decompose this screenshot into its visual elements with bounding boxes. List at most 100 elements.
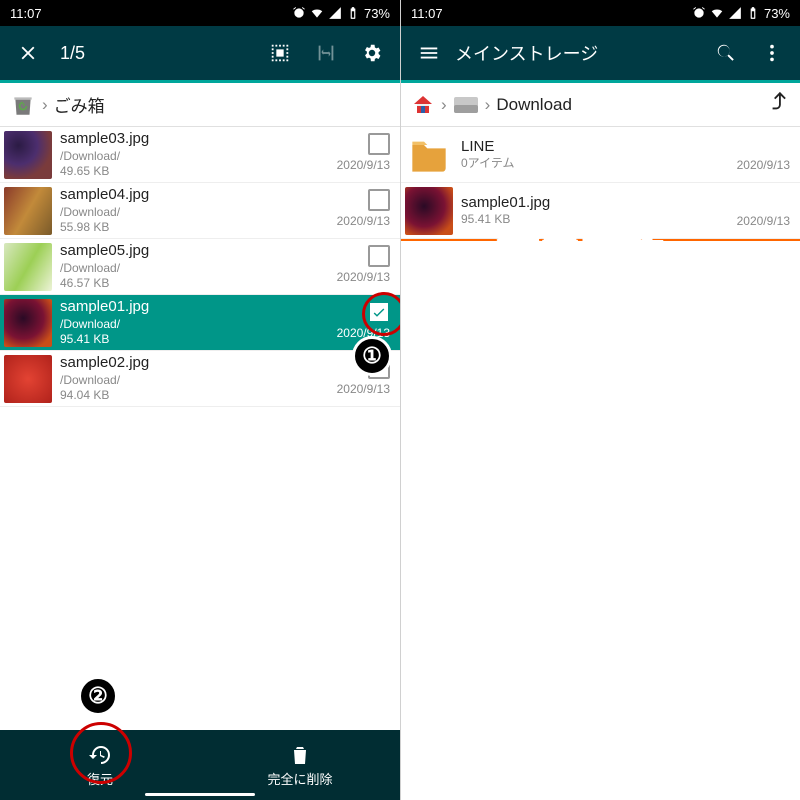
delete-forever-button[interactable]: 完全に削除 bbox=[200, 730, 400, 800]
select-range-icon bbox=[315, 42, 337, 64]
restore-icon bbox=[88, 743, 112, 767]
folder-icon bbox=[407, 133, 451, 177]
file-row[interactable]: sample05.jpg /Download/ 46.57 KB 2020/9/… bbox=[0, 239, 400, 295]
file-size: 46.57 KB bbox=[60, 276, 337, 291]
restore-label: 復元 bbox=[87, 769, 113, 788]
signal-icon bbox=[328, 6, 342, 20]
breadcrumb: › › Download bbox=[401, 83, 800, 127]
appbar-title: メインストレージ bbox=[455, 40, 700, 66]
checkbox[interactable] bbox=[368, 357, 390, 379]
file-name: LINE bbox=[461, 138, 737, 157]
file-name: sample05.jpg bbox=[60, 242, 337, 261]
thumbnail bbox=[4, 299, 52, 347]
file-meta: 95.41 KB bbox=[461, 212, 737, 227]
wifi-icon bbox=[710, 6, 724, 20]
wifi-icon bbox=[310, 6, 324, 20]
nav-handle[interactable] bbox=[145, 793, 255, 796]
status-bar: 11:07 73% bbox=[0, 0, 400, 26]
file-size: 49.65 KB bbox=[60, 164, 337, 179]
folder-row[interactable]: LINE 0アイテム 2020/9/13 bbox=[401, 127, 800, 183]
file-date: 2020/9/13 bbox=[337, 214, 390, 232]
checkbox[interactable] bbox=[368, 301, 390, 323]
status-icons: 73% bbox=[292, 6, 390, 21]
checkbox[interactable] bbox=[368, 133, 390, 155]
alarm-icon bbox=[292, 6, 306, 20]
file-info: sample01.jpg /Download/ 95.41 KB bbox=[60, 298, 337, 347]
thumbnail bbox=[4, 131, 52, 179]
file-row[interactable]: sample01.jpg 95.41 KB 2020/9/13 bbox=[401, 183, 800, 239]
search-button[interactable] bbox=[706, 33, 746, 73]
file-info: sample02.jpg /Download/ 94.04 KB bbox=[60, 354, 337, 403]
file-row[interactable]: sample01.jpg /Download/ 95.41 KB 2020/9/… bbox=[0, 295, 400, 351]
restore-button[interactable]: 復元 bbox=[0, 730, 200, 800]
select-all-button[interactable] bbox=[260, 33, 300, 73]
file-info: sample03.jpg /Download/ 49.65 KB bbox=[60, 130, 337, 179]
clock: 11:07 bbox=[411, 6, 443, 21]
annotation-number-2: ② bbox=[78, 676, 118, 716]
file-row[interactable]: sample02.jpg /Download/ 94.04 KB 2020/9/… bbox=[0, 351, 400, 407]
clock: 11:07 bbox=[10, 6, 42, 21]
file-date: 2020/9/13 bbox=[737, 158, 790, 176]
file-path: /Download/ bbox=[60, 261, 337, 276]
trash-delete-icon bbox=[288, 743, 312, 767]
file-info: sample05.jpg /Download/ 46.57 KB bbox=[60, 242, 337, 291]
gear-icon bbox=[361, 42, 383, 64]
file-date: 2020/9/13 bbox=[337, 270, 390, 288]
settings-button[interactable] bbox=[352, 33, 392, 73]
file-date: 2020/9/13 bbox=[337, 326, 390, 344]
file-info: sample01.jpg 95.41 KB bbox=[461, 194, 737, 228]
chevron-right-icon: › bbox=[485, 95, 491, 115]
select-range-button[interactable] bbox=[306, 33, 346, 73]
storage-icon[interactable] bbox=[453, 95, 479, 115]
breadcrumb: › ごみ箱 bbox=[0, 83, 400, 127]
selection-counter: 1/5 bbox=[54, 43, 85, 64]
overflow-button[interactable] bbox=[752, 33, 792, 73]
highlight-underline bbox=[401, 239, 800, 241]
breadcrumb-label[interactable]: ごみ箱 bbox=[54, 92, 105, 117]
battery-text: 73% bbox=[764, 6, 790, 21]
action-bar: 復元 完全に削除 bbox=[0, 730, 400, 800]
storage-pane: 11:07 73% メインストレージ bbox=[400, 0, 800, 800]
file-path: /Download/ bbox=[60, 373, 337, 388]
file-size: 55.98 KB bbox=[60, 220, 337, 235]
file-date: 2020/9/13 bbox=[737, 214, 790, 232]
signal-icon bbox=[728, 6, 742, 20]
hamburger-icon bbox=[418, 42, 440, 64]
file-name: sample02.jpg bbox=[60, 354, 337, 373]
file-name: sample01.jpg bbox=[461, 194, 737, 213]
file-date: 2020/9/13 bbox=[337, 158, 390, 176]
menu-button[interactable] bbox=[409, 33, 449, 73]
file-path: /Download/ bbox=[60, 205, 337, 220]
thumbnail bbox=[4, 243, 52, 291]
main-toolbar: メインストレージ bbox=[401, 26, 800, 80]
search-icon bbox=[715, 42, 737, 64]
home-icon[interactable] bbox=[411, 93, 435, 117]
file-row[interactable]: sample04.jpg /Download/ 55.98 KB 2020/9/… bbox=[0, 183, 400, 239]
checkbox[interactable] bbox=[368, 189, 390, 211]
file-row[interactable]: sample03.jpg /Download/ 49.65 KB 2020/9/… bbox=[0, 127, 400, 183]
file-size: 95.41 KB bbox=[60, 332, 337, 347]
chevron-right-icon: › bbox=[441, 95, 447, 115]
thumbnail bbox=[405, 187, 453, 235]
trash-pane: 11:07 73% 1/5 bbox=[0, 0, 400, 800]
selection-toolbar: 1/5 bbox=[0, 26, 400, 80]
status-bar: 11:07 73% bbox=[401, 0, 800, 26]
checkbox[interactable] bbox=[368, 245, 390, 267]
thumbnail bbox=[4, 187, 52, 235]
recycle-bin-icon[interactable] bbox=[10, 92, 36, 118]
file-size: 94.04 KB bbox=[60, 388, 337, 403]
battery-icon bbox=[346, 6, 360, 20]
file-name: sample01.jpg bbox=[60, 298, 337, 317]
file-path: /Download/ bbox=[60, 317, 337, 332]
close-selection-button[interactable] bbox=[8, 33, 48, 73]
breadcrumb-label[interactable]: Download bbox=[496, 95, 572, 115]
file-date: 2020/9/13 bbox=[337, 382, 390, 400]
download-file-list: LINE 0アイテム 2020/9/13 sample01.jpg 95.41 … bbox=[401, 127, 800, 241]
close-icon bbox=[17, 42, 39, 64]
status-icons: 73% bbox=[692, 6, 790, 21]
up-button[interactable] bbox=[768, 91, 790, 118]
file-info: sample04.jpg /Download/ 55.98 KB bbox=[60, 186, 337, 235]
battery-icon bbox=[746, 6, 760, 20]
more-vert-icon bbox=[761, 42, 783, 64]
thumbnail bbox=[4, 355, 52, 403]
